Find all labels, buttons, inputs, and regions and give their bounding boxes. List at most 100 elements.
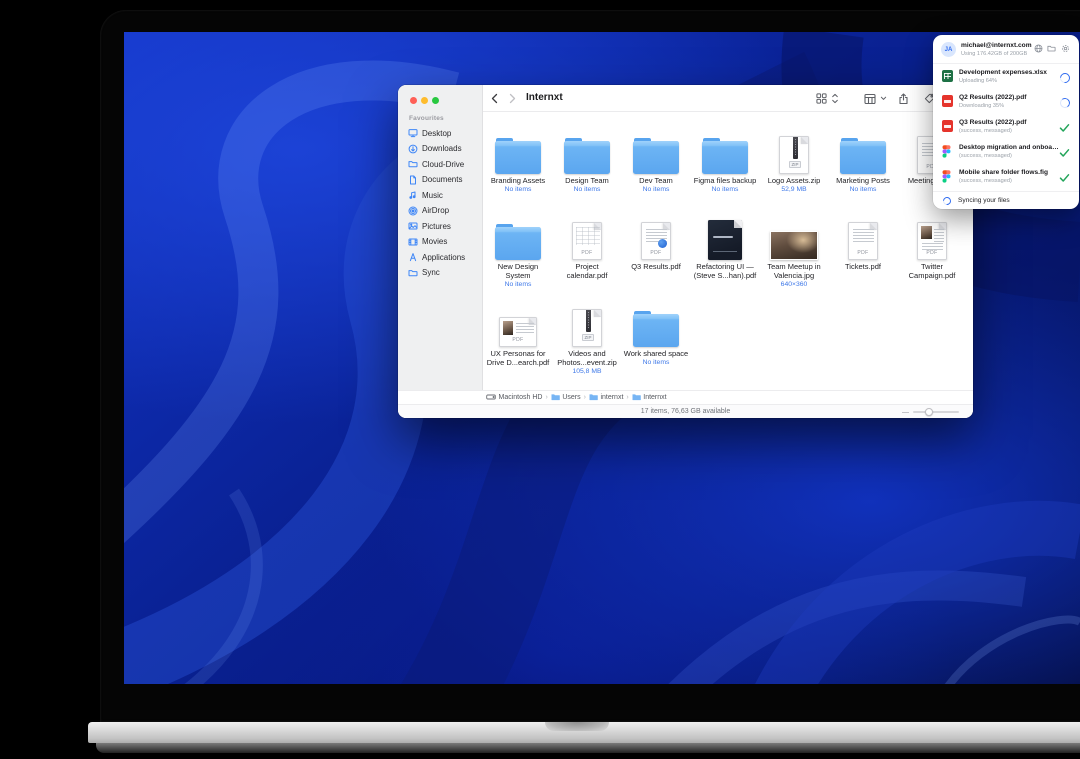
folder-icon — [551, 393, 560, 403]
sidebar-item-cloud-drive[interactable]: Cloud-Drive — [405, 157, 479, 171]
slider-knob[interactable] — [925, 408, 933, 416]
laptop-base-edge — [96, 743, 1080, 753]
sync-item-name: Q2 Results (2022).pdf — [959, 94, 1059, 101]
sidebar-item-music[interactable]: Music — [405, 188, 479, 202]
chevron-down-icon[interactable] — [877, 92, 890, 105]
sync-footer-text: Syncing your files — [958, 197, 1010, 204]
download-spinner-icon — [1059, 97, 1071, 109]
pdf-file-icon: PDF — [499, 317, 537, 347]
grid-item[interactable]: Work shared spaceNo items — [623, 305, 689, 366]
folder-icon[interactable] — [1047, 44, 1056, 53]
sidebar-item-downloads[interactable]: Downloads — [405, 142, 479, 156]
folder-icon — [495, 227, 541, 260]
folder-icon — [702, 141, 748, 174]
zip-file-icon: ZIP — [779, 136, 809, 174]
grid-item[interactable]: New Design SystemNo items — [485, 218, 551, 288]
breadcrumb-item[interactable]: internxt — [589, 393, 623, 403]
grid-item[interactable]: Figma files backupNo items — [692, 132, 758, 193]
breadcrumb-item[interactable]: Internxt — [632, 393, 667, 403]
file-name: Refactoring UI — (Steve S...han).pdf — [692, 262, 758, 280]
grid-item[interactable]: Design TeamNo items — [554, 132, 620, 193]
breadcrumb-item[interactable]: Macintosh HD — [486, 392, 542, 404]
group-view-icon[interactable] — [863, 92, 876, 105]
book-cover-icon — [708, 220, 742, 260]
sidebar-item-applications[interactable]: Applications — [405, 250, 479, 264]
movies-icon — [408, 237, 418, 247]
finder-toolbar: Internxt — [483, 85, 973, 112]
breadcrumb-label: Internxt — [643, 394, 666, 401]
grid-item[interactable]: Dev TeamNo items — [623, 132, 689, 193]
applications-icon — [408, 252, 418, 262]
file-name: UX Personas for Drive D...earch.pdf — [485, 349, 551, 367]
close-button[interactable] — [410, 97, 417, 104]
grid-item[interactable]: ZIP Logo Assets.zip52,9 MB — [761, 132, 827, 193]
grid-item[interactable]: PDF Twitter Campaign.pdf — [899, 218, 965, 280]
grid-item[interactable]: Team Meetup in Valencia.jpg640×360 — [761, 218, 827, 288]
file-name: Project calendar.pdf — [554, 262, 620, 280]
sidebar-item-pictures[interactable]: Pictures — [405, 219, 479, 233]
file-name: Design Team — [554, 176, 620, 185]
sidebar-item-label: Movies — [422, 237, 447, 246]
grid-item[interactable]: PDF UX Personas for Drive D...earch.pdf — [485, 305, 551, 367]
laptop-scoop — [545, 722, 609, 731]
account-email: michael@internxt.com — [961, 42, 1032, 49]
sidebar-item-desktop[interactable]: Desktop — [405, 126, 479, 140]
sync-item-name: Development expenses.xlsx — [959, 69, 1059, 76]
file-subtext: No items — [830, 186, 896, 193]
globe-icon[interactable] — [1034, 44, 1043, 53]
finder-sidebar: Favourites Desktop Downloads Cloud-Drive… — [398, 85, 483, 418]
file-subtext: 640×360 — [761, 281, 827, 288]
breadcrumb-separator: › — [626, 394, 628, 401]
sidebar-item-label: Applications — [422, 253, 465, 262]
grid-item[interactable]: ZIP Videos and Photos...event.zip105,8 M… — [554, 305, 620, 375]
sidebar-item-label: Music — [422, 191, 443, 200]
sync-item[interactable]: Q2 Results (2022).pdf Downloading 35% — [933, 90, 1079, 115]
file-name: Branding Assets — [485, 176, 551, 185]
grid-item[interactable]: Marketing PostsNo items — [830, 132, 896, 193]
zip-file-icon: ZIP — [572, 309, 602, 347]
sync-item[interactable]: Q3 Results (2022).pdf (success, messaged… — [933, 115, 1079, 140]
sidebar-item-airdrop[interactable]: AirDrop — [405, 204, 479, 218]
grid-item[interactable]: Branding AssetsNo items — [485, 132, 551, 193]
sync-item[interactable]: Mobile share folder flows.fig (success, … — [933, 165, 1079, 190]
breadcrumb-separator: › — [584, 394, 586, 401]
sync-item[interactable]: Development expenses.xlsx Uploading 64% — [933, 65, 1079, 90]
sidebar-item-sync[interactable]: Sync — [405, 266, 479, 280]
grid-view-icon[interactable] — [815, 92, 828, 105]
sync-item[interactable]: Desktop migration and onboardi... (succe… — [933, 140, 1079, 165]
gear-icon[interactable] — [1061, 44, 1070, 53]
file-name: Figma files backup — [692, 176, 758, 185]
grid-item[interactable]: PDF Q3 Results.pdf — [623, 218, 689, 271]
folder-icon — [840, 141, 886, 174]
divider — [933, 63, 1079, 64]
pdf-file-icon — [942, 95, 953, 107]
share-icon[interactable] — [897, 92, 910, 105]
window-title: Internxt — [526, 92, 563, 103]
music-icon — [408, 190, 418, 200]
file-name: Marketing Posts — [830, 176, 896, 185]
breadcrumb-label: Macintosh HD — [499, 394, 543, 401]
status-bar: 17 items, 76,63 GB available — [398, 404, 973, 418]
file-subtext: No items — [485, 186, 551, 193]
forward-button chevron-right-icon[interactable] — [506, 92, 519, 105]
pdf-file-icon: PDF — [917, 222, 947, 260]
sidebar-item-movies[interactable]: Movies — [405, 235, 479, 249]
back-button chevron-left-icon[interactable] — [488, 92, 501, 105]
minimize-button[interactable] — [421, 97, 428, 104]
sync-item-status: (success, messaged) — [959, 178, 1012, 184]
sync-item-name: Mobile share folder flows.fig — [959, 169, 1059, 176]
grid-item[interactable]: PDF Tickets.pdf — [830, 218, 896, 271]
sort-arrows-icon[interactable] — [828, 92, 841, 105]
file-subtext: 105,8 MB — [554, 368, 620, 375]
breadcrumb-item[interactable]: Users — [551, 393, 581, 403]
sync-item-name: Q3 Results (2022).pdf — [959, 119, 1059, 126]
file-name: Team Meetup in Valencia.jpg — [761, 262, 827, 280]
icon-size-slider[interactable] — [913, 411, 959, 413]
zoom-button[interactable] — [432, 97, 439, 104]
grid-item[interactable]: Refactoring UI — (Steve S...han).pdf — [692, 218, 758, 280]
file-subtext: No items — [623, 359, 689, 366]
downloads-icon — [408, 144, 418, 154]
sidebar-item-documents[interactable]: Documents — [405, 173, 479, 187]
pictures-icon — [408, 221, 418, 231]
grid-item[interactable]: PDF Project calendar.pdf — [554, 218, 620, 280]
